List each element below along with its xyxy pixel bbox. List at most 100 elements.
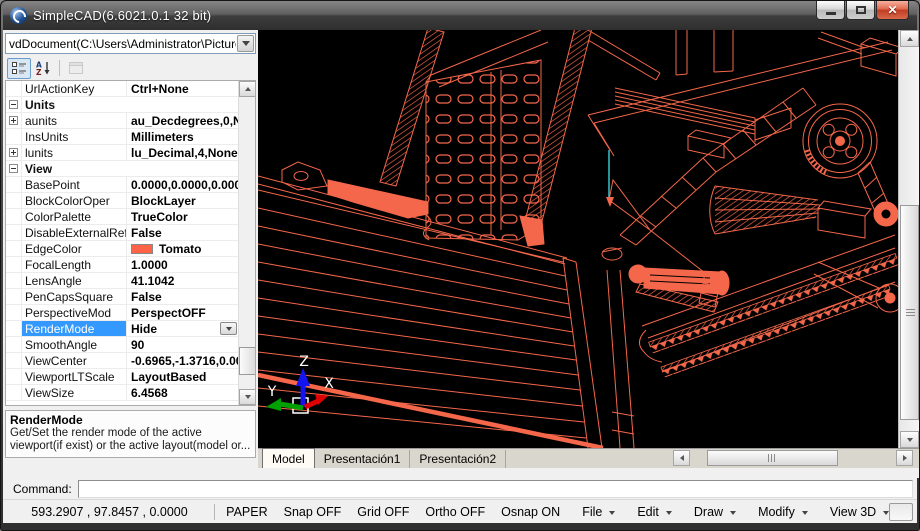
- collapse-icon[interactable]: [9, 100, 18, 109]
- property-value[interactable]: False: [126, 225, 238, 240]
- categorized-view-button[interactable]: [7, 58, 31, 79]
- snap-toggle[interactable]: Snap OFF: [284, 505, 342, 519]
- property-row[interactable]: UrlActionKeyCtrl+None: [6, 81, 238, 97]
- property-value[interactable]: Hide: [126, 321, 238, 336]
- category-name[interactable]: Units: [22, 97, 57, 112]
- property-value[interactable]: PerspectOFF: [126, 305, 238, 320]
- maximize-button[interactable]: [846, 1, 875, 20]
- property-row[interactable]: lunitslu_Decimal,4,None: [6, 145, 238, 161]
- property-name[interactable]: LensAngle: [22, 273, 126, 288]
- property-row[interactable]: ColorPaletteTrueColor: [6, 209, 238, 225]
- osnap-toggle[interactable]: Osnap ON: [501, 505, 560, 519]
- propertygrid-scrollbar[interactable]: [238, 81, 255, 405]
- property-name[interactable]: FocalLength: [22, 257, 126, 272]
- property-value[interactable]: -0.6965,-1.3716,0.00: [126, 353, 238, 368]
- scroll-up-button[interactable]: [900, 30, 919, 47]
- property-row[interactable]: SmoothAngle90: [6, 337, 238, 353]
- menu-file[interactable]: File: [582, 505, 615, 519]
- property-row[interactable]: PerspectiveModPerspectOFF: [6, 305, 238, 321]
- property-name[interactable]: DisableExternalRefe: [22, 225, 126, 240]
- chevron-down-icon: [609, 511, 615, 515]
- property-value[interactable]: Tomato: [126, 241, 238, 256]
- property-row[interactable]: aunitsau_Decdegrees,0,No: [6, 113, 238, 129]
- property-row[interactable]: LensAngle41.1042: [6, 273, 238, 289]
- property-row[interactable]: BlockColorOperBlockLayer: [6, 193, 238, 209]
- property-row[interactable]: ViewportLTScaleLayoutBased: [6, 369, 238, 385]
- property-name[interactable]: BasePoint: [22, 177, 126, 192]
- menu-view3d[interactable]: View 3D: [830, 505, 889, 519]
- title-bar[interactable]: SimpleCAD(6.6021.0.1 32 bit) ✕: [3, 1, 917, 30]
- tab-presentacion2[interactable]: Presentación2: [410, 450, 506, 468]
- property-row-edgecolor[interactable]: EdgeColorTomato: [6, 241, 238, 257]
- property-value[interactable]: Ctrl+None: [126, 81, 238, 96]
- drawing-canvas[interactable]: Z X Y: [258, 30, 898, 448]
- property-name[interactable]: BlockColorOper: [22, 193, 126, 208]
- scroll-down-button[interactable]: [900, 431, 919, 448]
- property-row[interactable]: PenCapsSquareFalse: [6, 289, 238, 305]
- property-value[interactable]: False: [126, 289, 238, 304]
- grid-toggle[interactable]: Grid OFF: [357, 505, 409, 519]
- property-row[interactable]: ViewCenter-0.6965,-1.3716,0.00: [6, 353, 238, 369]
- document-combobox[interactable]: vdDocument(C:\Users\Administrator\Pictur…: [5, 33, 256, 54]
- property-value[interactable]: 1.0000: [126, 257, 238, 272]
- viewport-vscrollbar[interactable]: [898, 30, 919, 448]
- property-name[interactable]: ViewSize: [22, 385, 126, 400]
- property-name[interactable]: PenCapsSquare: [22, 289, 126, 304]
- ortho-toggle[interactable]: Ortho OFF: [425, 505, 485, 519]
- close-button[interactable]: ✕: [876, 1, 909, 20]
- scroll-up-button[interactable]: [239, 81, 256, 97]
- scrollbar-thumb[interactable]: [239, 347, 256, 375]
- property-value[interactable]: lu_Decimal,4,None: [126, 145, 238, 160]
- minimize-button[interactable]: [816, 1, 845, 20]
- arrow-up-icon: [245, 87, 251, 91]
- property-value[interactable]: 90: [126, 337, 238, 352]
- menu-modify[interactable]: Modify: [758, 505, 808, 519]
- property-name[interactable]: aunits: [22, 113, 126, 128]
- property-row[interactable]: DisableExternalRefeFalse: [6, 225, 238, 241]
- command-input[interactable]: [78, 480, 913, 498]
- property-pages-button[interactable]: [64, 58, 88, 79]
- category-row[interactable]: Units: [6, 97, 238, 113]
- expand-icon[interactable]: [9, 148, 18, 157]
- scrollbar-thumb[interactable]: [900, 205, 919, 420]
- value-dropdown-button[interactable]: [220, 322, 237, 335]
- expand-icon[interactable]: [9, 116, 18, 125]
- property-value[interactable]: TrueColor: [126, 209, 238, 224]
- menu-draw[interactable]: Draw: [694, 505, 736, 519]
- property-value[interactable]: 0.0000,0.0000,0.000: [126, 177, 238, 192]
- combobox-dropdown-button[interactable]: [237, 35, 254, 52]
- paper-mode-toggle[interactable]: PAPER: [226, 505, 267, 519]
- property-row[interactable]: ViewSize6.4568: [6, 385, 238, 401]
- property-value[interactable]: Millimeters: [126, 129, 238, 144]
- tab-model[interactable]: Model: [262, 448, 315, 468]
- property-name[interactable]: ViewportLTScale: [22, 369, 126, 384]
- property-name[interactable]: lunits: [22, 145, 126, 160]
- property-row[interactable]: BasePoint0.0000,0.0000,0.000: [6, 177, 238, 193]
- property-name[interactable]: UrlActionKey: [22, 81, 126, 96]
- property-row-rendermode-selected[interactable]: RenderModeHide: [6, 321, 238, 337]
- property-name[interactable]: ViewCenter: [22, 353, 126, 368]
- category-name[interactable]: View: [22, 161, 54, 176]
- property-row[interactable]: InsUnitsMillimeters: [6, 129, 238, 145]
- property-value[interactable]: LayoutBased: [126, 369, 238, 384]
- category-row[interactable]: View: [6, 161, 238, 177]
- property-name[interactable]: EdgeColor: [22, 241, 126, 256]
- menu-edit[interactable]: Edit: [637, 505, 672, 519]
- property-name[interactable]: RenderMode: [22, 321, 126, 336]
- property-value[interactable]: 41.1042: [126, 273, 238, 288]
- property-value[interactable]: 6.4568: [126, 385, 238, 400]
- collapse-icon[interactable]: [9, 164, 18, 173]
- property-name[interactable]: SmoothAngle: [22, 337, 126, 352]
- property-value[interactable]: BlockLayer: [126, 193, 238, 208]
- scroll-down-button[interactable]: [239, 389, 256, 405]
- hscrollbar-thumb[interactable]: [707, 450, 838, 466]
- property-name[interactable]: ColorPalette: [22, 209, 126, 224]
- tab-presentacion1[interactable]: Presentación1: [315, 450, 411, 468]
- scroll-right-button[interactable]: [896, 450, 913, 466]
- property-name[interactable]: PerspectiveMod: [22, 305, 126, 320]
- scroll-left-button[interactable]: [673, 450, 690, 466]
- property-row[interactable]: FocalLength1.0000: [6, 257, 238, 273]
- alphabetical-sort-button[interactable]: A Z: [31, 58, 55, 79]
- property-name[interactable]: InsUnits: [22, 129, 126, 144]
- property-value[interactable]: au_Decdegrees,0,No: [126, 113, 238, 128]
